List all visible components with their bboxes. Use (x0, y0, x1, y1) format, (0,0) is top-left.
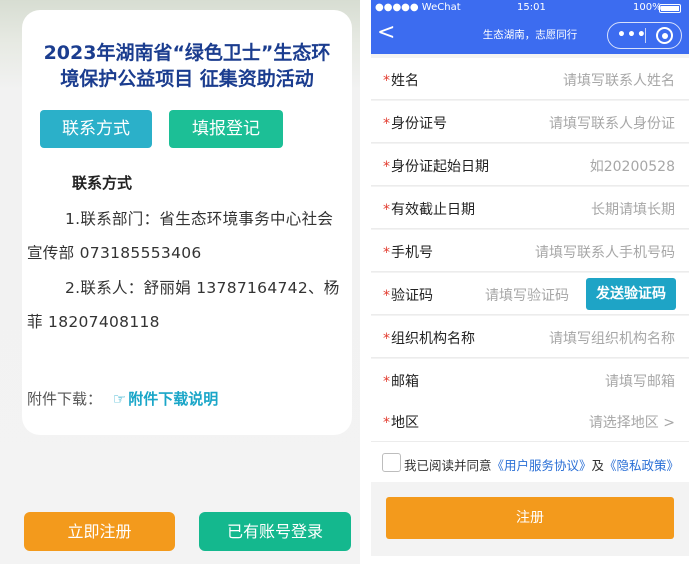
form-row-code: *验证码 请填写验证码 发送验证码 (371, 273, 689, 315)
phone-input[interactable]: 请填写联系人手机号码 (535, 242, 675, 262)
signup-button[interactable]: 立即注册 (24, 512, 175, 551)
carrier-text: ●●●●● WeChat (375, 2, 461, 13)
battery-icon (659, 4, 681, 13)
form-row-expiry-date: *有效截止日期 长期请填长期 (371, 187, 689, 229)
status-bar: ●●●●● WeChat 15:01 100% (371, 0, 689, 16)
form-row-email: *邮箱 请填写邮箱 (371, 359, 689, 401)
required-mark: * (383, 202, 390, 218)
name-input[interactable]: 请填写联系人姓名 (563, 70, 675, 90)
info-card: 2023年湖南省“绿色卫士”生态环 境保护公益项目 征集资助活动 联系方式 填报… (22, 10, 352, 435)
org-name-label: 组织机构名称 (391, 331, 475, 347)
region-select[interactable]: 请选择地区 > (589, 412, 675, 432)
terms-link[interactable]: 《用户服务协议》 (492, 458, 592, 473)
right-panel: ●●●●● WeChat 15:01 100% < 生态湖南，志愿同行 ••• … (371, 0, 689, 564)
email-label: 邮箱 (391, 374, 419, 390)
attachment-row: 附件下载： ☞ 附件下载说明 (27, 388, 218, 409)
capsule-divider (645, 28, 646, 43)
mini-program-capsule: ••• (607, 22, 682, 49)
required-mark: * (383, 288, 390, 304)
login-button[interactable]: 已有账号登录 (199, 512, 351, 551)
target-icon[interactable] (656, 27, 673, 44)
contact-heading: 联系方式 (72, 174, 133, 192)
required-mark: * (383, 374, 390, 390)
attachment-label: 附件下载： (27, 390, 103, 408)
contact-department: 1.联系部门：省生态环境事务中心社会宣传部 073185553406 (27, 210, 334, 262)
code-label: 验证码 (391, 288, 433, 304)
form-row-id-start-date: *身份证起始日期 如20200528 (371, 144, 689, 186)
form-row-name: *姓名 请填写联系人姓名 (371, 58, 689, 100)
tab-register[interactable]: 填报登记 (169, 110, 283, 148)
required-mark: * (383, 415, 390, 431)
attachment-link[interactable]: ☞ 附件下载说明 (107, 390, 218, 408)
required-mark: * (383, 73, 390, 89)
privacy-link[interactable]: 《隐私政策》 (604, 458, 679, 473)
contact-person: 2.联系人：舒丽娟 13787164742、杨菲 18207408118 (27, 279, 340, 331)
expiry-date-input[interactable]: 长期请填长期 (591, 199, 675, 219)
bottom-strip (371, 556, 689, 564)
checkbox-icon[interactable] (382, 453, 401, 472)
required-mark: * (383, 245, 390, 261)
id-start-date-label: 身份证起始日期 (391, 159, 489, 175)
more-dots-icon[interactable]: ••• (617, 27, 647, 43)
id-number-input[interactable]: 请填写联系人身份证 (549, 113, 675, 133)
page-title: 2023年湖南省“绿色卫士”生态环 境保护公益项目 征集资助活动 (43, 42, 331, 90)
form-row-org-name: *组织机构名称 请填写组织机构名称 (371, 316, 689, 358)
status-time: 15:01 (517, 2, 546, 13)
agreement-row: 我已阅读并同意《用户服务协议》及《隐私政策》 (371, 442, 689, 482)
form-row-id-number: *身份证号 请填写联系人身份证 (371, 101, 689, 143)
left-panel: 2023年湖南省“绿色卫士”生态环 境保护公益项目 征集资助活动 联系方式 填报… (0, 0, 360, 564)
hand-point-icon: ☞ (112, 390, 127, 408)
id-start-date-input[interactable]: 如20200528 (590, 156, 675, 176)
form-row-phone: *手机号 请填写联系人手机号码 (371, 230, 689, 272)
agreement-text: 我已阅读并同意《用户服务协议》及《隐私政策》 (404, 455, 679, 474)
org-name-input[interactable]: 请填写组织机构名称 (549, 328, 675, 348)
required-mark: * (383, 116, 390, 132)
region-label: 地区 (391, 415, 419, 431)
required-mark: * (383, 331, 390, 347)
required-mark: * (383, 159, 390, 175)
form-row-region: *地区 请选择地区 > (371, 400, 689, 442)
attachment-link-text: 附件下载说明 (128, 390, 219, 408)
email-input[interactable]: 请填写邮箱 (605, 371, 675, 391)
send-code-button[interactable]: 发送验证码 (586, 278, 676, 310)
nav-bar: < 生态湖南，志愿同行 ••• (371, 16, 689, 54)
agreement-and: 及 (591, 458, 605, 473)
tab-contact[interactable]: 联系方式 (40, 110, 152, 148)
phone-label: 手机号 (391, 245, 433, 261)
battery-text: 100% (633, 2, 662, 13)
expiry-date-label: 有效截止日期 (391, 202, 475, 218)
name-label: 姓名 (391, 73, 419, 89)
code-input[interactable]: 请填写验证码 (485, 285, 569, 305)
register-submit-button[interactable]: 注册 (386, 497, 674, 539)
id-number-label: 身份证号 (391, 116, 447, 132)
agreement-prefix: 我已阅读并同意 (404, 458, 492, 473)
